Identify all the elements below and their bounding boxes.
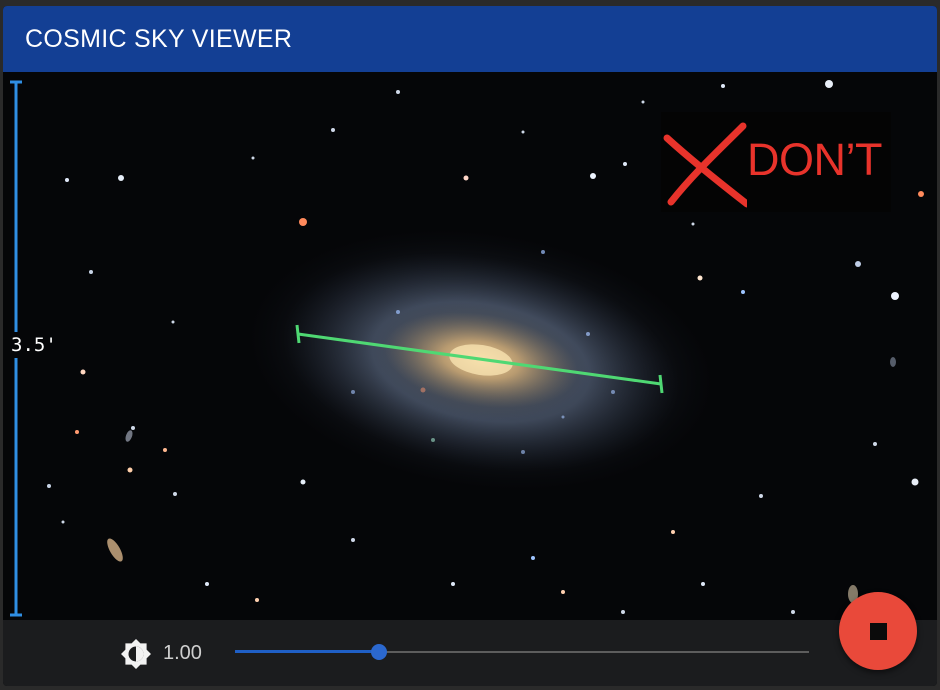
dont-badge: DON’T bbox=[661, 112, 891, 212]
slider-fill bbox=[235, 650, 379, 653]
control-bar: 1.00 bbox=[3, 620, 937, 686]
app-window: COSMIC SKY VIEWER 3.5' DON’T 1.00 bbox=[3, 6, 937, 686]
title-bar: COSMIC SKY VIEWER bbox=[3, 6, 937, 72]
brightness-icon bbox=[121, 639, 151, 669]
brightness-value: 1.00 bbox=[163, 642, 202, 664]
stop-button[interactable] bbox=[839, 592, 917, 670]
sky-image-viewer[interactable]: 3.5' DON’T bbox=[3, 72, 937, 620]
app-title: COSMIC SKY VIEWER bbox=[25, 24, 293, 53]
brightness-slider[interactable] bbox=[235, 644, 809, 660]
dont-label: DON’T bbox=[747, 134, 882, 185]
slider-thumb[interactable] bbox=[371, 644, 387, 660]
x-mark-icon bbox=[663, 122, 747, 208]
stop-icon bbox=[869, 622, 887, 640]
scale-label: 3.5' bbox=[9, 332, 59, 358]
